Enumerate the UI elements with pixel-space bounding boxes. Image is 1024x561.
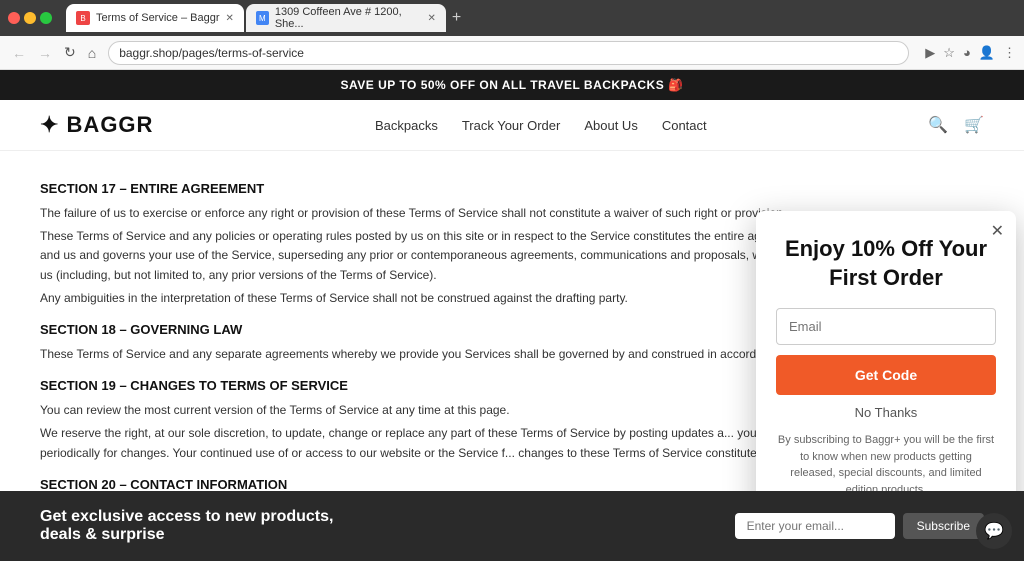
close-window-button[interactable]: [8, 12, 20, 24]
address-bar-icons: ▶ ☆ ◕ 👤 ⋮: [925, 45, 1016, 61]
back-button[interactable]: ←: [8, 43, 30, 63]
minimize-window-button[interactable]: [24, 12, 36, 24]
footer-email-input[interactable]: [735, 513, 895, 539]
popup-get-code-button[interactable]: Get Code: [776, 355, 996, 395]
header-icons: 🔍 🛒: [928, 115, 984, 135]
forward-button[interactable]: →: [34, 43, 56, 63]
address-bar-row: ← → ↻ ⌂ baggr.shop/pages/terms-of-servic…: [0, 36, 1024, 70]
main-nav: Backpacks Track Your Order About Us Cont…: [375, 118, 707, 133]
tab-favicon-maps: M: [256, 11, 269, 25]
tab-close-terms[interactable]: ✕: [226, 13, 234, 24]
nav-about[interactable]: About Us: [584, 118, 637, 133]
site-header: ✦ BAGGR Backpacks Track Your Order About…: [0, 100, 1024, 151]
home-button[interactable]: ⌂: [84, 43, 100, 63]
address-text: baggr.shop/pages/terms-of-service: [119, 46, 304, 60]
promo-banner: SAVE UP TO 50% OFF ON ALL TRAVEL BACKPAC…: [0, 70, 1024, 100]
cart-icon[interactable]: 🛒: [964, 115, 984, 135]
menu-icon[interactable]: ⋮: [1003, 45, 1016, 61]
bookmark-icon[interactable]: ☆: [943, 45, 955, 61]
nav-buttons: ← → ↻ ⌂: [8, 42, 100, 63]
new-tab-button[interactable]: +: [448, 9, 465, 27]
chat-bubble-button[interactable]: 💬: [976, 513, 1012, 549]
nav-backpacks[interactable]: Backpacks: [375, 118, 438, 133]
tab-bar: B Terms of Service – Baggr ✕ M 1309 Coff…: [66, 4, 1016, 32]
cast-icon[interactable]: ▶: [925, 45, 935, 61]
nav-track[interactable]: Track Your Order: [462, 118, 561, 133]
reload-button[interactable]: ↻: [60, 42, 80, 63]
discount-popup: ✕ Enjoy 10% Off Your First Order Get Cod…: [756, 211, 1016, 491]
popup-email-input[interactable]: [776, 308, 996, 345]
browser-chrome: B Terms of Service – Baggr ✕ M 1309 Coff…: [0, 0, 1024, 36]
tab-label-terms: Terms of Service – Baggr: [96, 12, 220, 24]
maximize-window-button[interactable]: [40, 12, 52, 24]
nav-contact[interactable]: Contact: [662, 118, 707, 133]
profile-icon[interactable]: 👤: [979, 45, 995, 61]
tab-favicon-terms: B: [76, 11, 90, 25]
extensions-icon[interactable]: ◕: [963, 45, 971, 60]
footer-form: Subscribe: [735, 513, 984, 539]
tab-terms[interactable]: B Terms of Service – Baggr ✕: [66, 4, 244, 32]
tab-maps[interactable]: M 1309 Coffeen Ave # 1200, She... ✕: [246, 4, 446, 32]
site-logo[interactable]: ✦ BAGGR: [40, 112, 153, 138]
popup-no-thanks-link[interactable]: No Thanks: [776, 405, 996, 420]
tab-close-maps[interactable]: ✕: [428, 13, 436, 24]
tab-label-maps: 1309 Coffeen Ave # 1200, She...: [275, 6, 422, 30]
popup-close-button[interactable]: ✕: [991, 221, 1004, 241]
search-icon[interactable]: 🔍: [928, 115, 948, 135]
footer-banner: Get exclusive access to new products, de…: [0, 491, 1024, 561]
promo-text: SAVE UP TO 50% OFF ON ALL TRAVEL BACKPAC…: [341, 78, 684, 92]
popup-overlay: ✕ Enjoy 10% Off Your First Order Get Cod…: [0, 151, 1024, 491]
popup-title: Enjoy 10% Off Your First Order: [776, 235, 996, 292]
popup-disclaimer: By subscribing to Baggr+ you will be the…: [776, 432, 996, 491]
footer-subscribe-button[interactable]: Subscribe: [903, 513, 984, 539]
page-content: SECTION 17 – ENTIRE AGREEMENT The failur…: [0, 151, 1024, 491]
footer-headline: Get exclusive access to new products, de…: [40, 508, 340, 544]
address-bar[interactable]: baggr.shop/pages/terms-of-service: [108, 41, 909, 65]
window-controls: [8, 12, 52, 24]
